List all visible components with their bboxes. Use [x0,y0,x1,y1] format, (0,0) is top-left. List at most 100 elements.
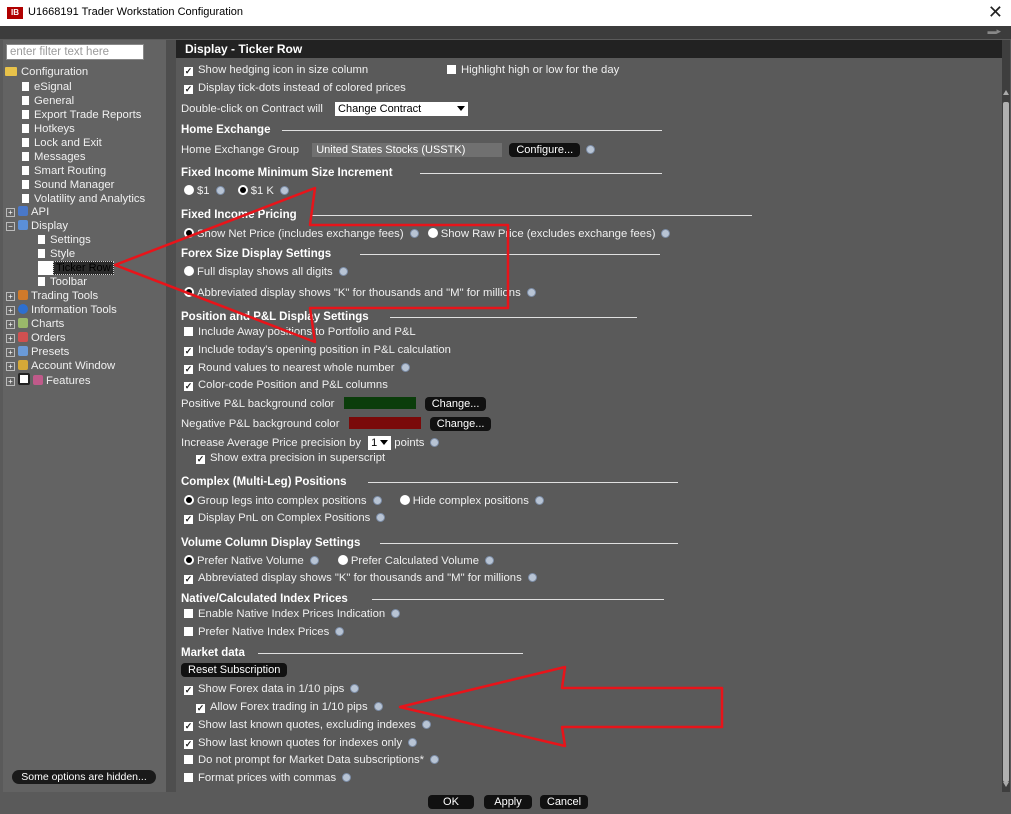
expand-icon[interactable]: + [6,377,15,386]
radio-icon[interactable] [399,495,410,505]
collapse-icon[interactable]: − [6,222,15,231]
info-icon[interactable] [661,229,671,238]
tree-item-settings[interactable]: Settings [38,233,91,247]
checkbox-checked-icon[interactable]: ✓ [184,67,193,76]
prefer-native-index-option[interactable]: Prefer Native Index Prices [184,624,345,640]
checkbox-checked-icon[interactable]: ✓ [184,515,193,524]
cancel-button[interactable]: Cancel [540,795,588,809]
info-icon[interactable] [335,627,345,636]
info-icon[interactable] [430,755,440,764]
pin-icon[interactable]: ▬▸ [987,26,1001,37]
checkbox-checked-icon[interactable]: ✓ [184,85,193,94]
tree-item-smart-routing[interactable]: Smart Routing [22,164,106,178]
checkbox-checked-icon[interactable]: ✓ [184,740,193,749]
checkbox-checked-icon[interactable]: ✓ [184,686,193,695]
display-pnl-complex-option[interactable]: ✓ Display PnL on Complex Positions [184,510,386,526]
tree-item-toolbar[interactable]: Toolbar [38,275,87,289]
precision-select[interactable]: 1 [368,436,392,450]
scroll-down-icon[interactable] [1003,782,1009,787]
info-icon[interactable] [373,702,383,711]
configure-button[interactable]: Configure... [509,143,581,157]
allow-forex-trading-option[interactable]: ✓ Allow Forex trading in 1/10 pips [196,699,383,715]
include-opening-option[interactable]: ✓ Include today's opening position in P&L… [184,342,451,358]
forex-abbrev-display-option[interactable]: Abbreviated display shows "K" for thousa… [184,285,536,301]
info-icon[interactable] [586,145,596,154]
checkbox-icon[interactable] [447,65,456,74]
radio-selected-icon[interactable] [184,228,194,238]
checkbox-icon[interactable] [184,627,193,636]
checkbox-checked-icon[interactable]: ✓ [184,347,193,356]
info-icon[interactable] [309,556,319,565]
radio-selected-icon[interactable] [184,555,194,565]
expand-icon[interactable]: + [6,362,15,371]
expand-icon[interactable]: + [6,292,15,301]
expand-icon[interactable]: + [6,306,15,315]
vertical-scrollbar[interactable] [1002,40,1010,792]
last-quotes-excl-option[interactable]: ✓ Show last known quotes, excluding index… [184,717,431,733]
tree-item-style[interactable]: Style [38,247,75,261]
last-quotes-idx-option[interactable]: ✓ Show last known quotes for indexes only [184,735,418,751]
radio-selected-icon[interactable] [237,185,248,195]
highlight-high-low-option[interactable]: Highlight high or low for the day [447,62,619,78]
tree-item-display[interactable]: − Display [6,219,68,233]
format-commas-option[interactable]: Format prices with commas [184,770,352,786]
tree-item-esignal[interactable]: eSignal [22,80,72,94]
tree-item-information-tools[interactable]: + Information Tools [6,303,117,317]
info-icon[interactable] [350,684,360,693]
radio-selected-icon[interactable] [184,287,194,297]
scrollbar-thumb[interactable] [1003,102,1009,782]
checkbox-checked-icon[interactable]: ✓ [184,575,193,584]
expand-icon[interactable]: + [6,348,15,357]
checkbox-checked-icon[interactable]: ✓ [184,365,193,374]
expand-icon[interactable]: + [6,320,15,329]
checkbox-icon[interactable] [184,609,193,618]
round-values-option[interactable]: ✓ Round values to nearest whole number [184,360,410,376]
info-icon[interactable] [338,267,348,276]
tree-item-account-window[interactable]: + Account Window [6,359,115,373]
info-icon[interactable] [376,513,386,522]
info-icon[interactable] [342,773,352,782]
radio-selected-icon[interactable] [184,495,194,505]
double-click-select[interactable]: Change Contract [335,102,469,116]
enable-native-index-option[interactable]: Enable Native Index Prices Indication [184,606,401,622]
tree-item-sound-manager[interactable]: Sound Manager [22,178,114,192]
info-icon[interactable] [279,186,289,195]
hedging-icon-option[interactable]: ✓ Show hedging icon in size column [184,62,368,78]
some-options-hidden-button[interactable]: Some options are hidden... [12,770,156,784]
radio-icon[interactable] [184,185,194,195]
expand-icon[interactable]: + [6,208,15,217]
checkbox-icon[interactable] [184,755,193,764]
apply-button[interactable]: Apply [484,795,532,809]
tree-item-charts[interactable]: + Charts [6,317,64,331]
info-icon[interactable] [409,229,419,238]
info-icon[interactable] [534,496,544,505]
tree-item-orders[interactable]: + Orders [6,331,66,345]
tree-item-presets[interactable]: + Presets [6,345,69,359]
radio-icon[interactable] [427,228,438,238]
checkbox-checked-icon[interactable]: ✓ [184,722,193,731]
tick-dots-option[interactable]: ✓ Display tick-dots instead of colored pr… [184,80,406,96]
close-icon[interactable]: ✕ [988,2,1003,22]
tree-item-export-trade-reports[interactable]: Export Trade Reports [22,108,141,122]
radio-icon[interactable] [184,266,194,276]
pane-splitter[interactable] [166,40,176,792]
info-icon[interactable] [526,288,536,297]
info-icon[interactable] [430,438,440,447]
info-icon[interactable] [527,573,537,582]
info-icon[interactable] [421,720,431,729]
forex-pips-option[interactable]: ✓ Show Forex data in 1/10 pips [184,681,360,697]
negative-change-button[interactable]: Change... [429,417,492,431]
expand-icon[interactable]: + [6,334,15,343]
reset-subscription-button[interactable]: Reset Subscription [181,663,288,677]
tree-item-hotkeys[interactable]: Hotkeys [22,122,75,136]
tree-item-general[interactable]: General [22,94,74,108]
checkbox-icon[interactable] [184,773,193,782]
checkbox-checked-icon[interactable]: ✓ [196,704,205,713]
info-icon[interactable] [400,363,410,372]
tree-item-configuration[interactable]: Configuration [5,65,88,79]
tree-item-messages[interactable]: Messages [22,150,86,164]
scroll-up-icon[interactable] [1003,90,1009,95]
color-code-option[interactable]: ✓ Color-code Position and P&L columns [184,377,388,393]
tree-item-volatility[interactable]: Volatility and Analytics [22,192,145,206]
checkbox-icon[interactable] [184,327,193,336]
